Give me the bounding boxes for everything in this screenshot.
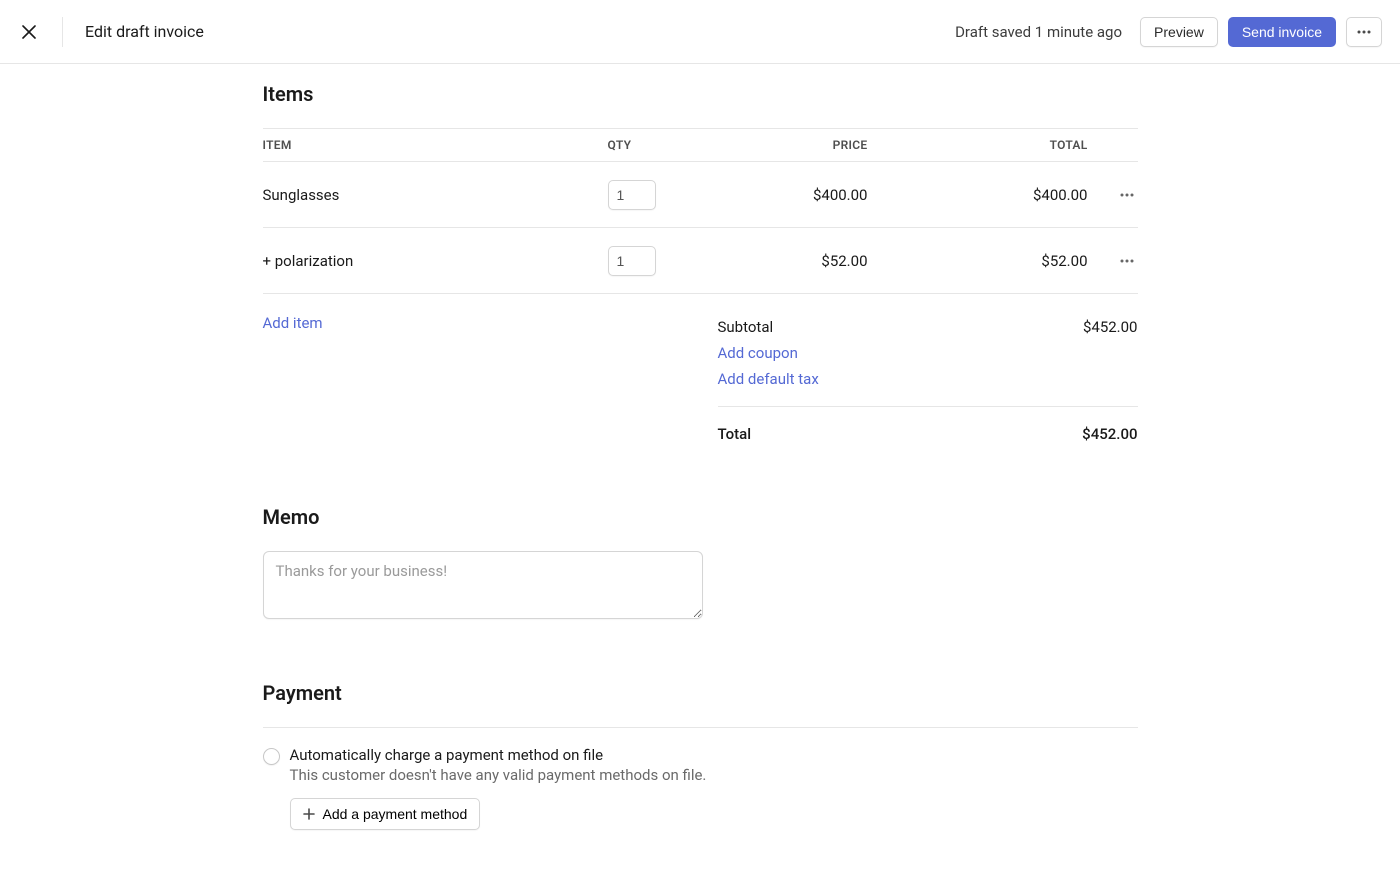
add-tax-link[interactable]: Add default tax: [718, 370, 819, 388]
send-invoice-button[interactable]: Send invoice: [1228, 17, 1336, 47]
memo-section: Memo: [263, 505, 1138, 623]
memo-textarea[interactable]: [263, 551, 703, 619]
item-name: Sunglasses: [263, 186, 608, 204]
more-actions-button[interactable]: [1346, 17, 1382, 47]
subtotal-label: Subtotal: [718, 318, 774, 336]
item-total: $400.00: [868, 186, 1088, 204]
topbar-left: Edit draft invoice: [18, 17, 204, 47]
table-row: Sunglasses $400.00 $400.00: [263, 162, 1138, 228]
draft-status: Draft saved 1 minute ago: [955, 23, 1122, 41]
col-header-item: ITEM: [263, 138, 608, 152]
add-payment-method-label: Add a payment method: [323, 806, 468, 822]
total-label: Total: [718, 425, 752, 443]
auto-charge-radio[interactable]: [263, 748, 280, 765]
total-value: $452.00: [1082, 425, 1137, 443]
items-table: ITEM QTY PRICE TOTAL Sunglasses $400.00 …: [263, 128, 1138, 294]
auto-charge-subtext: This customer doesn't have any valid pay…: [290, 766, 707, 784]
items-table-header: ITEM QTY PRICE TOTAL: [263, 128, 1138, 162]
summary: Subtotal $452.00 Add coupon Add default …: [718, 314, 1138, 447]
item-price: $52.00: [708, 252, 868, 270]
memo-heading: Memo: [263, 505, 1138, 529]
separator: [62, 17, 63, 47]
topbar: Edit draft invoice Draft saved 1 minute …: [0, 0, 1400, 64]
item-total: $52.00: [868, 252, 1088, 270]
close-button[interactable]: [18, 21, 40, 43]
auto-charge-label: Automatically charge a payment method on…: [290, 746, 707, 764]
row-more-button[interactable]: [1116, 184, 1138, 206]
add-item-link[interactable]: Add item: [263, 314, 323, 332]
items-heading: Items: [263, 82, 1138, 106]
payment-section: Payment Automatically charge a payment m…: [263, 681, 1138, 830]
add-payment-method-button[interactable]: Add a payment method: [290, 798, 481, 830]
dots-horizontal-icon: [1120, 193, 1134, 197]
preview-button[interactable]: Preview: [1140, 17, 1218, 47]
dots-horizontal-icon: [1120, 259, 1134, 263]
payment-divider: [263, 727, 1138, 728]
auto-charge-option: Automatically charge a payment method on…: [263, 746, 1138, 784]
add-coupon-link[interactable]: Add coupon: [718, 344, 798, 362]
col-header-price: PRICE: [708, 138, 868, 152]
below-table: Add item Subtotal $452.00 Add coupon Add…: [263, 314, 1138, 447]
subtotal-value: $452.00: [1083, 318, 1138, 336]
plus-icon: [303, 808, 315, 820]
close-icon: [22, 25, 36, 39]
payment-heading: Payment: [263, 681, 1138, 705]
qty-input[interactable]: [608, 246, 656, 276]
topbar-right: Draft saved 1 minute ago Preview Send in…: [955, 17, 1382, 47]
qty-input[interactable]: [608, 180, 656, 210]
item-name: + polarization: [263, 252, 608, 270]
items-section: Items ITEM QTY PRICE TOTAL Sunglasses $4…: [263, 82, 1138, 447]
summary-divider: [718, 406, 1138, 407]
row-more-button[interactable]: [1116, 250, 1138, 272]
table-row: + polarization $52.00 $52.00: [263, 228, 1138, 294]
dots-horizontal-icon: [1357, 30, 1371, 34]
col-header-qty: QTY: [608, 138, 708, 152]
col-header-total: TOTAL: [868, 138, 1088, 152]
content: Items ITEM QTY PRICE TOTAL Sunglasses $4…: [263, 64, 1138, 870]
item-price: $400.00: [708, 186, 868, 204]
page-title: Edit draft invoice: [85, 22, 204, 41]
